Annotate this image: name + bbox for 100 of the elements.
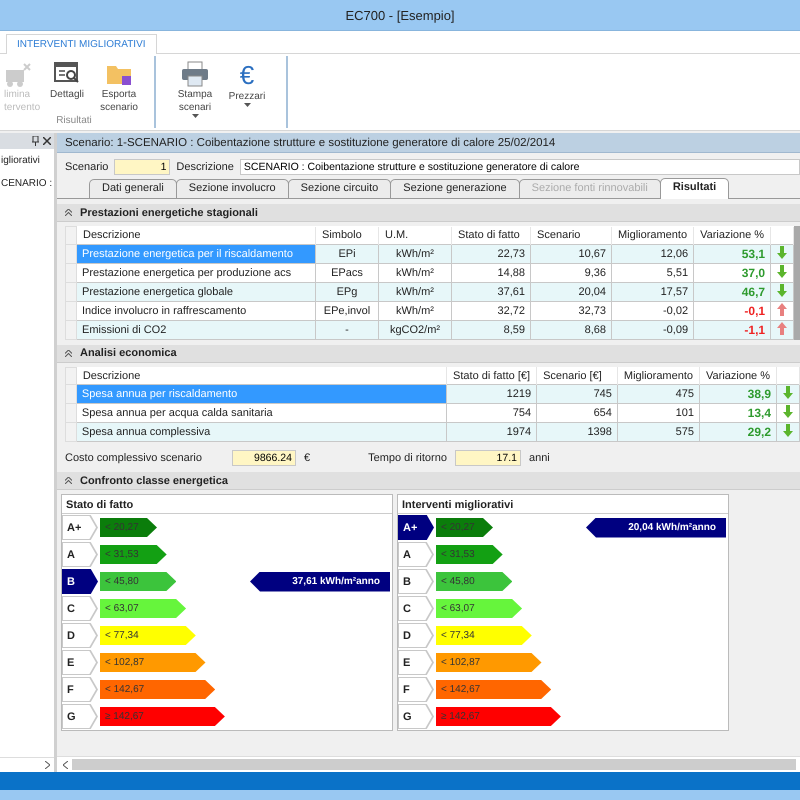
ribbon-button[interactable]: Esporta scenario xyxy=(94,56,144,115)
close-icon[interactable] xyxy=(43,137,51,145)
caret-icon xyxy=(244,103,250,107)
table-cell: -1,1 xyxy=(694,320,771,339)
class-label: A xyxy=(62,542,98,567)
field-label: Descrizione xyxy=(176,161,234,173)
table-cell: 101 xyxy=(617,404,700,422)
field-label: Costo complessivo scenario xyxy=(65,452,202,464)
table-cell: kWh/m² xyxy=(378,244,452,263)
section-title: Analisi economica xyxy=(80,347,177,359)
scroll-right-icon[interactable] xyxy=(45,761,50,769)
collapse-icon[interactable] xyxy=(65,477,72,484)
table-cell: kWh/m² xyxy=(378,263,452,282)
window-title: EC700 - [Esempio] xyxy=(345,8,455,22)
unit-label: anni xyxy=(528,452,550,464)
printer-icon xyxy=(179,60,211,88)
table-cell: Spesa annua per acqua calda sanitaria xyxy=(76,404,447,422)
scenario-header: Scenario: 1-SCENARIO : Coibentazione strutture e sostituzione generatore di calore 25/02/2014 xyxy=(57,133,800,153)
description-field[interactable]: SCENARIO : Coibentazione strutture e sostituzione generatore di calore xyxy=(240,159,800,175)
collapse-icon[interactable] xyxy=(65,209,72,216)
field-label: Tempo di ritorno xyxy=(368,452,447,464)
table-cell: Spesa annua per riscaldamento xyxy=(76,384,447,404)
table-cell: EPg xyxy=(316,282,378,301)
table-cell: 475 xyxy=(617,384,700,404)
table-cell: 575 xyxy=(617,422,700,442)
class-label: C xyxy=(62,596,98,621)
value-indicator: 20,04 kWh/m²anno xyxy=(586,518,726,538)
table-cell: EPacs xyxy=(316,263,378,282)
class-label: G xyxy=(62,704,98,729)
table-cell: -0,09 xyxy=(612,320,694,339)
table-cell: Spesa annua complessiva xyxy=(76,422,447,442)
horizontal-scrollbar[interactable] xyxy=(57,756,800,772)
table-cell: 1974 xyxy=(446,422,537,442)
table-cell: 29,2 xyxy=(700,422,777,442)
table-cell: Indice involucro in raffrescamento xyxy=(76,301,316,320)
class-label: G xyxy=(398,704,434,729)
class-label: F xyxy=(62,677,98,702)
cost-field[interactable]: 9866.24 xyxy=(232,450,296,466)
class-label: B xyxy=(398,569,434,594)
table-cell: 654 xyxy=(536,404,618,422)
tab[interactable]: Sezione involucro xyxy=(176,179,289,198)
pin-icon[interactable] xyxy=(32,136,39,146)
panel-title: Interventi migliorativi xyxy=(398,495,728,514)
tab[interactable]: Sezione generazione xyxy=(390,179,520,198)
ribbon-tab[interactable]: INTERVENTI MIGLIORATIVI xyxy=(6,34,157,54)
class-label: C xyxy=(398,596,434,621)
table-cell: 38,9 xyxy=(700,384,777,404)
scroll-left-icon[interactable] xyxy=(63,760,68,768)
class-label: A xyxy=(398,542,434,567)
table-cell: 8,59 xyxy=(452,320,530,339)
group-label: Risultati xyxy=(56,115,92,128)
table-cell: 745 xyxy=(536,384,618,404)
class-label: D xyxy=(62,623,98,648)
table-cell: 5,51 xyxy=(612,263,694,282)
table-cell: -0,02 xyxy=(612,301,694,320)
euro-icon: € xyxy=(240,60,254,90)
table-cell: Emissioni di CO2 xyxy=(76,320,316,339)
table-cell: kgCO2/m² xyxy=(378,320,452,339)
unit-label: € xyxy=(304,452,310,464)
field-label: Scenario xyxy=(65,161,108,173)
section-title: Confronto classe energetica xyxy=(80,474,228,486)
ribbon-button[interactable]: Stampa scenari xyxy=(170,56,220,128)
scenario-number-field[interactable]: 1 xyxy=(114,159,170,175)
tab[interactable]: Risultati xyxy=(660,178,730,199)
table-cell: 46,7 xyxy=(694,282,771,301)
class-label: A+ xyxy=(398,515,434,540)
table-cell: 37,0 xyxy=(694,263,771,282)
panel-title: Stato di fatto xyxy=(62,495,392,514)
table-cell: 1219 xyxy=(446,384,537,404)
table-cell: 8,68 xyxy=(530,320,612,339)
class-label: E xyxy=(62,650,98,675)
table-cell: Prestazione energetica per il riscaldamento xyxy=(76,244,316,263)
tree-item[interactable]: igliorativi xyxy=(0,149,54,172)
value-indicator: 37,61 kWh/m²anno xyxy=(250,572,390,592)
table-cell: -0,1 xyxy=(694,301,771,320)
table-cell: 10,67 xyxy=(530,244,612,263)
table-cell: 9,36 xyxy=(530,263,612,282)
table-cell: 53,1 xyxy=(694,244,771,263)
table-cell: 12,06 xyxy=(612,244,694,263)
table-cell: 37,61 xyxy=(452,282,530,301)
table-cell: 1398 xyxy=(536,422,618,442)
ribbon-button[interactable]: Dettagli xyxy=(42,56,92,115)
class-label: E xyxy=(398,650,434,675)
table-cell: 20,04 xyxy=(530,282,612,301)
table-cell: EPe,invol xyxy=(316,301,378,320)
collapse-icon[interactable] xyxy=(65,350,72,356)
table-cell: 754 xyxy=(446,404,537,422)
tree-item[interactable]: CENARIO : xyxy=(0,172,54,195)
class-label: D xyxy=(398,623,434,648)
return-time-field[interactable]: 17.1 xyxy=(454,450,521,466)
table-cell: Prestazione energetica per produzione acs xyxy=(76,263,316,282)
class-label: A+ xyxy=(62,515,98,540)
table-cell: 32,73 xyxy=(530,301,612,320)
caret-icon xyxy=(192,114,198,118)
ribbon-button[interactable]: € Prezzari xyxy=(222,56,272,128)
table-cell: Prestazione energetica globale xyxy=(76,282,316,301)
class-label: B xyxy=(62,569,98,594)
tab[interactable]: Dati generali xyxy=(89,179,177,198)
table-cell: 32,72 xyxy=(452,301,530,320)
tab[interactable]: Sezione circuito xyxy=(288,179,392,198)
